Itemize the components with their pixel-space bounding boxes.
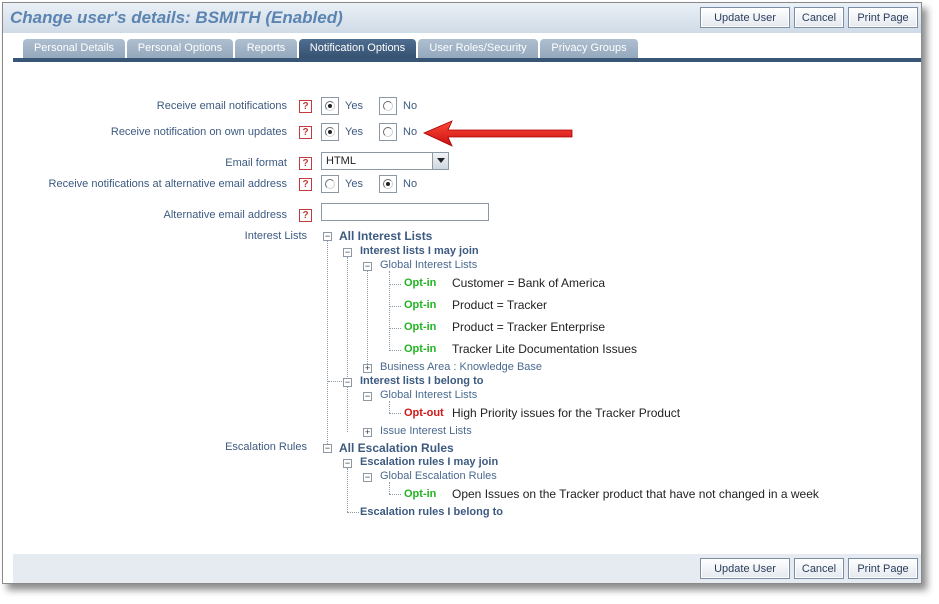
cancel-button-bottom[interactable]: Cancel bbox=[794, 558, 844, 579]
tree-connector bbox=[389, 306, 401, 307]
list-item: Product = Tracker bbox=[452, 298, 548, 312]
opt-out-toggle[interactable]: Opt-out bbox=[404, 407, 444, 419]
tab-underline bbox=[13, 58, 921, 62]
own-updates-yes-radio[interactable] bbox=[321, 123, 339, 141]
update-user-button-top[interactable]: Update User bbox=[700, 7, 790, 28]
alt-email-label: Alternative email address bbox=[163, 209, 287, 221]
minus-box-icon[interactable]: − bbox=[343, 459, 352, 468]
global-interest-lists-node-2[interactable]: Global Interest Lists bbox=[380, 389, 477, 401]
list-item: High Priority issues for the Tracker Pro… bbox=[452, 406, 681, 420]
opt-in-toggle[interactable]: Opt-in bbox=[404, 277, 436, 289]
tab-user-roles-security[interactable]: User Roles/Security bbox=[418, 39, 538, 58]
business-area-node[interactable]: Business Area : Knowledge Base bbox=[380, 361, 542, 373]
tree-connector bbox=[347, 387, 348, 432]
help-icon[interactable]: ? bbox=[299, 100, 312, 113]
alt-email-input[interactable] bbox=[321, 203, 489, 221]
help-icon[interactable]: ? bbox=[299, 209, 312, 222]
page-title: Change user's details: BSMITH (Enabled) bbox=[10, 8, 343, 27]
tree-connector bbox=[327, 241, 328, 446]
alt-notifications-yes-label: Yes bbox=[345, 178, 363, 190]
tab-notification-options[interactable]: Notification Options bbox=[299, 39, 416, 59]
opt-in-toggle[interactable]: Opt-in bbox=[404, 299, 436, 311]
interest-lists-label: Interest Lists bbox=[244, 230, 307, 242]
red-arrow-icon bbox=[423, 120, 573, 147]
email-notifications-no-radio[interactable] bbox=[379, 97, 397, 115]
email-format-value: HTML bbox=[326, 155, 356, 167]
email-notifications-label: Receive email notifications bbox=[156, 100, 287, 112]
print-page-button-top[interactable]: Print Page bbox=[848, 7, 918, 28]
update-user-button-bottom[interactable]: Update User bbox=[700, 558, 790, 579]
tree-connector bbox=[389, 271, 390, 351]
list-item: Open Issues on the Tracker product that … bbox=[452, 487, 819, 501]
email-notifications-yes-radio[interactable] bbox=[321, 97, 339, 115]
email-notifications-no-label: No bbox=[403, 100, 418, 112]
escalation-root-node[interactable]: All Escalation Rules bbox=[339, 441, 454, 455]
own-updates-label: Receive notification on own updates bbox=[110, 126, 287, 138]
email-format-select[interactable]: HTML bbox=[321, 152, 449, 170]
plus-box-icon[interactable]: + bbox=[363, 428, 372, 437]
help-icon[interactable]: ? bbox=[299, 126, 312, 139]
opt-in-toggle[interactable]: Opt-in bbox=[404, 321, 436, 333]
help-icon[interactable]: ? bbox=[299, 157, 312, 170]
tab-reports[interactable]: Reports bbox=[235, 39, 297, 58]
tree-connector bbox=[347, 468, 348, 512]
tree-connector bbox=[328, 381, 342, 382]
minus-box-icon[interactable]: − bbox=[363, 262, 372, 271]
tree-connector bbox=[347, 257, 348, 377]
tree-connector bbox=[389, 494, 401, 495]
alt-notifications-no-radio[interactable] bbox=[379, 175, 397, 193]
tab-personal-details[interactable]: Personal Details bbox=[23, 39, 125, 58]
minus-box-icon[interactable]: − bbox=[343, 378, 352, 387]
own-updates-no-radio[interactable] bbox=[379, 123, 397, 141]
email-format-label: Email format bbox=[225, 157, 287, 169]
list-item: Tracker Lite Documentation Issues bbox=[452, 342, 637, 356]
alt-notifications-yes-radio[interactable] bbox=[321, 175, 339, 193]
tree-connector bbox=[389, 401, 390, 413]
chevron-down-icon[interactable] bbox=[432, 153, 448, 169]
global-interest-lists-node[interactable]: Global Interest Lists bbox=[380, 259, 477, 271]
list-item: Customer = Bank of America bbox=[452, 276, 606, 290]
interest-may-join-node[interactable]: Interest lists I may join bbox=[360, 245, 479, 257]
opt-in-toggle[interactable]: Opt-in bbox=[404, 343, 436, 355]
cancel-button-top[interactable]: Cancel bbox=[794, 7, 844, 28]
user-details-window: Change user's details: BSMITH (Enabled) … bbox=[2, 2, 922, 584]
tab-personal-options[interactable]: Personal Options bbox=[127, 39, 233, 58]
tree-connector bbox=[389, 350, 401, 351]
global-escalation-rules-node[interactable]: Global Escalation Rules bbox=[380, 470, 497, 482]
tab-privacy-groups[interactable]: Privacy Groups bbox=[540, 39, 638, 58]
minus-box-icon[interactable]: − bbox=[323, 232, 332, 241]
escalation-rules-label: Escalation Rules bbox=[225, 441, 307, 453]
minus-box-icon[interactable]: − bbox=[363, 473, 372, 482]
escalation-may-join-node[interactable]: Escalation rules I may join bbox=[360, 456, 498, 468]
escalation-belong-to-node[interactable]: Escalation rules I belong to bbox=[360, 506, 503, 518]
title-bar: Change user's details: BSMITH (Enabled) … bbox=[3, 3, 921, 33]
bottom-bar: Update User Cancel Print Page bbox=[13, 554, 921, 583]
tree-connector bbox=[389, 482, 390, 494]
issue-interest-lists-node[interactable]: Issue Interest Lists bbox=[380, 425, 472, 437]
plus-box-icon[interactable]: + bbox=[363, 364, 372, 373]
print-page-button-bottom[interactable]: Print Page bbox=[848, 558, 918, 579]
own-updates-yes-label: Yes bbox=[345, 126, 363, 138]
interest-root-node[interactable]: All Interest Lists bbox=[339, 229, 432, 243]
interest-belong-to-node[interactable]: Interest lists I belong to bbox=[360, 375, 483, 387]
tree-connector bbox=[347, 512, 359, 513]
email-notifications-yes-label: Yes bbox=[345, 100, 363, 112]
minus-box-icon[interactable]: − bbox=[363, 392, 372, 401]
tree-connector bbox=[367, 271, 368, 364]
tree-connector bbox=[389, 413, 401, 414]
own-updates-no-label: No bbox=[403, 126, 418, 138]
opt-in-toggle[interactable]: Opt-in bbox=[404, 488, 436, 500]
alt-notifications-label: Receive notifications at alternative ema… bbox=[48, 178, 287, 190]
tree-connector bbox=[389, 328, 401, 329]
alt-notifications-no-label: No bbox=[403, 178, 418, 190]
tree-connector bbox=[389, 284, 401, 285]
minus-box-icon[interactable]: − bbox=[343, 248, 352, 257]
minus-box-icon[interactable]: − bbox=[323, 444, 332, 453]
help-icon[interactable]: ? bbox=[299, 178, 312, 191]
list-item: Product = Tracker Enterprise bbox=[452, 320, 606, 334]
